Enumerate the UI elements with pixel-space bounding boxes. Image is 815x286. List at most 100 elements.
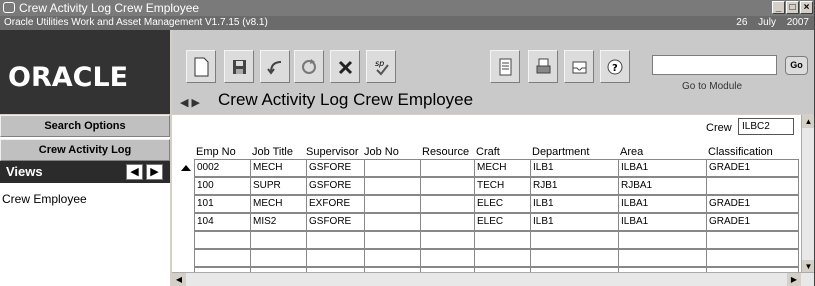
report-button[interactable]: [490, 50, 520, 83]
table-cell-resource[interactable]: [420, 195, 475, 213]
column-header-emp-no: Emp No: [196, 146, 236, 158]
table-cell-supervisor[interactable]: EXFORE: [306, 195, 365, 213]
table-cell-emp-no[interactable]: 104: [194, 213, 251, 231]
spell-check-icon: sp: [375, 59, 389, 76]
spell-check-button[interactable]: sp: [366, 50, 396, 83]
table-cell-job-title[interactable]: [250, 249, 307, 267]
table-cell-classification[interactable]: GRADE1: [706, 213, 799, 231]
search-options-button[interactable]: Search Options: [0, 115, 170, 137]
crew-input[interactable]: ILBC2: [738, 118, 794, 135]
table-cell-area[interactable]: ILBA1: [618, 213, 707, 231]
table-cell-classification[interactable]: [706, 231, 799, 249]
table-cell-job-no[interactable]: [364, 213, 421, 231]
column-header-area: Area: [620, 146, 644, 158]
close-button[interactable]: ×: [800, 1, 813, 14]
table-cell-resource[interactable]: [420, 159, 475, 177]
table-cell-resource[interactable]: [420, 249, 475, 267]
table-cell-area[interactable]: [618, 249, 707, 267]
table-cell-emp-no[interactable]: 100: [194, 177, 251, 195]
table-cell-supervisor[interactable]: GSFORE: [306, 177, 365, 195]
save-button[interactable]: [224, 50, 254, 83]
table-cell-supervisor[interactable]: GSFORE: [306, 159, 365, 177]
attachments-button[interactable]: [564, 50, 594, 83]
print-button[interactable]: [528, 50, 558, 83]
view-item-crew-employee[interactable]: Crew Employee: [2, 192, 87, 206]
vertical-scrollbar[interactable]: ▲ ▼: [801, 115, 814, 273]
table-cell-classification[interactable]: [706, 177, 799, 195]
session-date: 26 July 2007: [736, 16, 809, 30]
views-previous-button[interactable]: ◀: [126, 164, 143, 180]
table-cell-emp-no[interactable]: [194, 231, 251, 249]
table-cell-job-title[interactable]: MECH: [250, 159, 307, 177]
table-cell-emp-no[interactable]: 101: [194, 195, 251, 213]
table-cell-department[interactable]: ILB1: [530, 195, 619, 213]
table-cell-classification[interactable]: [706, 249, 799, 267]
date-year: 2007: [786, 17, 809, 28]
maximize-button[interactable]: □: [786, 1, 799, 14]
table-cell-supervisor[interactable]: GSFORE: [306, 213, 365, 231]
table-cell-department[interactable]: RJB1: [530, 177, 619, 195]
refresh-button[interactable]: [294, 50, 324, 83]
refresh-icon: [302, 59, 316, 74]
table-cell-resource[interactable]: [420, 231, 475, 249]
table-cell-job-title[interactable]: [250, 231, 307, 249]
table-cell-area[interactable]: ILBA1: [618, 159, 707, 177]
table-cell-department[interactable]: ILB1: [530, 213, 619, 231]
next-record-icon[interactable]: ▶: [192, 97, 200, 109]
table-cell-area[interactable]: RJBA1: [618, 177, 707, 195]
svg-text:sp: sp: [375, 59, 384, 68]
go-button[interactable]: Go: [785, 56, 808, 75]
column-header-job-title: Job Title: [252, 146, 293, 158]
table-cell-craft[interactable]: [474, 231, 531, 249]
table-cell-job-title[interactable]: MIS2: [250, 213, 307, 231]
undo-button[interactable]: [260, 50, 290, 83]
column-header-supervisor: Supervisor: [306, 146, 359, 158]
column-header-classification: Classification: [708, 146, 773, 158]
scroll-right-icon[interactable]: ▶: [787, 273, 801, 286]
table-cell-craft[interactable]: ELEC: [474, 213, 531, 231]
minimize-button[interactable]: _: [772, 1, 785, 14]
table-cell-resource[interactable]: [420, 177, 475, 195]
scroll-up-icon[interactable]: ▲: [802, 115, 814, 128]
table-cell-area[interactable]: ILBA1: [618, 195, 707, 213]
title-bar: Crew Activity Log Crew Employee _ □ ×: [0, 0, 814, 16]
page-title: Crew Activity Log Crew Employee: [218, 90, 474, 109]
table-cell-job-no[interactable]: [364, 177, 421, 195]
views-label: Views: [6, 164, 43, 179]
table-cell-job-title[interactable]: MECH: [250, 195, 307, 213]
table-cell-classification[interactable]: GRADE1: [706, 195, 799, 213]
table-cell-emp-no[interactable]: [194, 249, 251, 267]
go-to-module-input[interactable]: [652, 55, 777, 75]
table-cell-job-no[interactable]: [364, 231, 421, 249]
table-cell-emp-no[interactable]: 0002: [194, 159, 251, 177]
table-cell-area[interactable]: [618, 231, 707, 249]
table-cell-job-title[interactable]: SUPR: [250, 177, 307, 195]
table-cell-department[interactable]: ILB1: [530, 159, 619, 177]
table-cell-classification[interactable]: GRADE1: [706, 159, 799, 177]
scroll-left-icon[interactable]: ◀: [172, 273, 186, 286]
print-icon: [536, 58, 551, 74]
table-cell-resource[interactable]: [420, 213, 475, 231]
table-cell-supervisor[interactable]: [306, 249, 365, 267]
date-day: 26 July: [736, 17, 776, 28]
horizontal-scrollbar[interactable]: ◀ ▶: [172, 272, 814, 286]
table-cell-job-no[interactable]: [364, 159, 421, 177]
window-title: Crew Activity Log Crew Employee: [19, 1, 200, 15]
table-cell-department[interactable]: [530, 231, 619, 249]
table-cell-job-no[interactable]: [364, 195, 421, 213]
table-cell-job-no[interactable]: [364, 249, 421, 267]
help-button[interactable]: ?: [600, 50, 630, 83]
crew-activity-log-button[interactable]: Crew Activity Log: [0, 139, 170, 161]
table-cell-craft[interactable]: MECH: [474, 159, 531, 177]
column-header-craft: Craft: [476, 146, 500, 158]
table-cell-craft[interactable]: ELEC: [474, 195, 531, 213]
table-cell-supervisor[interactable]: [306, 231, 365, 249]
views-next-button[interactable]: ▶: [146, 164, 163, 180]
delete-button[interactable]: [330, 50, 360, 83]
new-record-button[interactable]: [186, 50, 216, 83]
previous-record-icon[interactable]: ◀: [180, 97, 188, 109]
table-cell-department[interactable]: [530, 249, 619, 267]
record-navigation: ◀ ▶: [180, 96, 200, 109]
table-cell-craft[interactable]: TECH: [474, 177, 531, 195]
table-cell-craft[interactable]: [474, 249, 531, 267]
